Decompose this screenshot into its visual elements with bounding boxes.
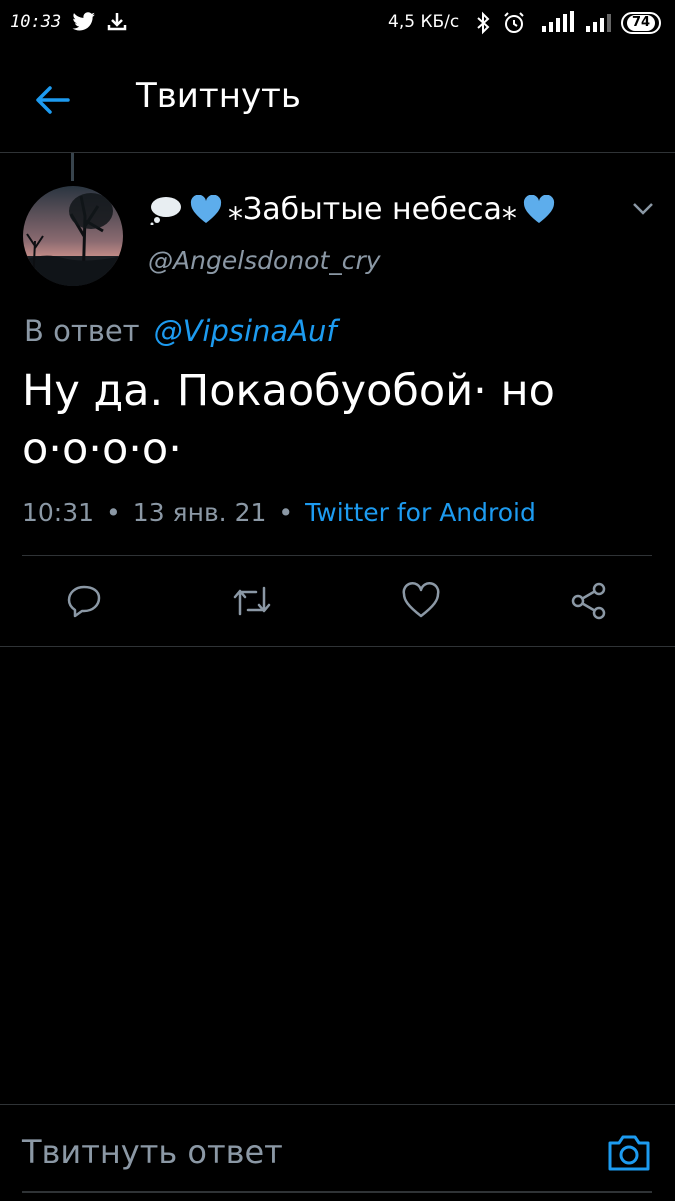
signal-icon: [584, 10, 614, 38]
app-header: Твитнуть: [0, 48, 675, 153]
tweet-text: Ну да. Покаобуобой· но о·о·о·о·: [22, 366, 555, 474]
download-icon: [106, 11, 128, 37]
display-name[interactable]: ⁎Забытые небеса⁎: [148, 192, 616, 227]
battery-indicator: 74: [621, 12, 661, 34]
alarm-icon: [502, 11, 526, 39]
share-button[interactable]: [567, 579, 611, 623]
network-speed: 4,5 КБ/с: [388, 12, 460, 32]
reply-context: В ответ @VipsinaAuf: [24, 314, 337, 348]
blue-heart-icon: [190, 194, 222, 225]
tweet-source-link[interactable]: Twitter for Android: [305, 498, 536, 527]
arrow-left-icon: [36, 86, 70, 114]
signal-icon: [540, 10, 576, 38]
user-handle[interactable]: @Angelsdonot_cry: [148, 246, 381, 275]
page-title: Твитнуть: [136, 76, 301, 116]
tweet-actions: [0, 557, 675, 645]
retweet-button[interactable]: [230, 579, 274, 623]
back-button[interactable]: [30, 80, 74, 120]
like-icon: [402, 582, 440, 618]
thread-connector: [71, 153, 74, 181]
like-button[interactable]: [399, 579, 443, 623]
tweet-date: 13 янв. 21: [132, 498, 267, 527]
display-name-text: ⁎Забытые небеса⁎: [228, 192, 517, 227]
share-icon: [571, 582, 606, 620]
divider: [22, 555, 652, 556]
reply-button[interactable]: [62, 579, 106, 623]
divider: [0, 646, 675, 647]
status-bar: 10:33 4,5 КБ/с 74: [0, 0, 675, 48]
battery-level: 74: [626, 15, 656, 31]
chevron-down-icon[interactable]: [630, 198, 656, 222]
twitter-bird-icon: [72, 11, 96, 37]
tweet-meta: 10:31 • 13 янв. 21 • Twitter for Android: [22, 498, 536, 527]
camera-button[interactable]: [606, 1131, 652, 1177]
camera-icon: [608, 1135, 650, 1171]
reply-input[interactable]: Твитнуть ответ: [22, 1133, 283, 1171]
reply-input-underline: [22, 1191, 652, 1193]
retweet-icon: [233, 586, 271, 616]
thought-bubble-icon: [148, 195, 184, 225]
tweet-time: 10:31: [22, 498, 95, 527]
status-time: 10:33: [10, 12, 62, 32]
bluetooth-icon: [474, 11, 492, 39]
reply-icon: [67, 585, 101, 618]
reply-prefix: В ответ: [24, 314, 140, 348]
blue-heart-icon: [523, 194, 555, 225]
reply-mention-link[interactable]: @VipsinaAuf: [154, 314, 337, 348]
reply-composer: Твитнуть ответ: [0, 1104, 675, 1201]
avatar[interactable]: [23, 186, 123, 286]
